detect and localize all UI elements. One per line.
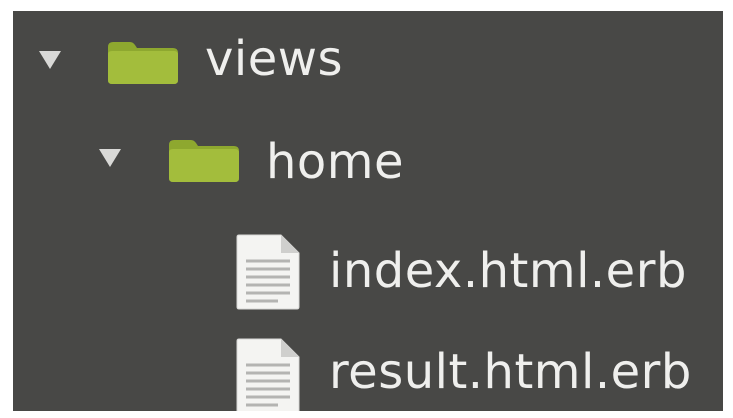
tree-item-label: home bbox=[266, 134, 405, 190]
file-icon bbox=[236, 338, 300, 411]
tree-item-index-html-erb[interactable]: index.html.erb bbox=[13, 219, 723, 319]
tree-item-label: index.html.erb bbox=[329, 243, 687, 299]
tree-item-label: result.html.erb bbox=[329, 344, 692, 400]
tree-item-home[interactable]: home bbox=[13, 109, 723, 209]
file-icon bbox=[236, 234, 300, 310]
folder-icon bbox=[108, 42, 178, 84]
tree-item-label: views bbox=[205, 31, 344, 87]
expand-arrow-icon[interactable] bbox=[39, 51, 61, 69]
tree-item-views[interactable]: views bbox=[13, 11, 723, 111]
file-tree: views home index.html.erb result.html.er… bbox=[13, 11, 723, 411]
expand-arrow-icon[interactable] bbox=[99, 149, 121, 167]
folder-icon bbox=[169, 140, 239, 182]
tree-item-result-html-erb[interactable]: result.html.erb bbox=[13, 323, 723, 411]
